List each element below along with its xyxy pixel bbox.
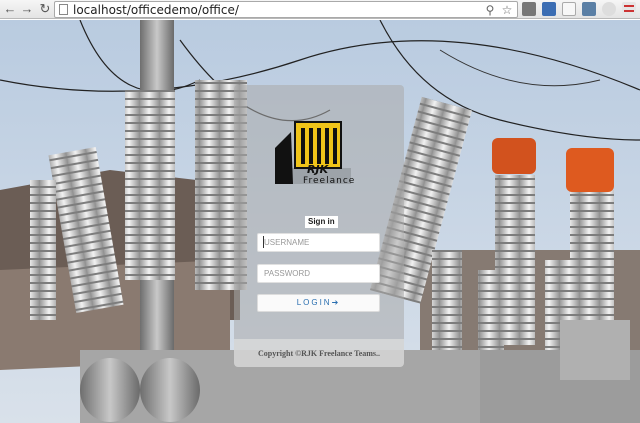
extension-circle-icon[interactable] — [602, 2, 616, 16]
footer-copyright: Copyright ©RJK Freelance Teams.. — [258, 349, 381, 358]
password-input[interactable]: PASSWORD — [257, 264, 380, 283]
forward-arrow-icon[interactable]: → — [19, 1, 35, 17]
username-input[interactable]: USERNAME — [257, 233, 380, 252]
menu-icon[interactable] — [622, 2, 636, 16]
extension-blue-icon[interactable] — [542, 2, 556, 16]
bug-icon[interactable] — [562, 2, 576, 16]
logo-brand: RJK — [307, 163, 329, 176]
sign-in-title: Sign in — [305, 216, 338, 228]
bookmark-star-icon[interactable]: ☆ — [500, 3, 514, 17]
login-label: LOGIN — [296, 298, 332, 307]
reload-icon[interactable]: ↻ — [37, 1, 53, 17]
text-caret — [263, 236, 264, 248]
address-bar[interactable]: localhost/officedemo/office/ ⚲ ☆ — [54, 1, 518, 18]
browser-toolbar: ← → ↻ localhost/officedemo/office/ ⚲ ☆ — [0, 0, 640, 19]
extension-photo-icon[interactable] — [582, 2, 596, 16]
zoom-icon[interactable]: ⚲ — [483, 3, 497, 17]
url-text[interactable]: localhost/officedemo/office/ — [73, 3, 239, 17]
back-arrow-icon[interactable]: ← — [2, 1, 18, 17]
page-icon — [59, 4, 68, 15]
login-button[interactable]: LOGIN➔ — [257, 294, 380, 312]
login-arrow-icon: ➔ — [331, 298, 341, 307]
download-icon[interactable] — [522, 2, 536, 16]
logo-subtitle: Freelance — [303, 176, 356, 186]
